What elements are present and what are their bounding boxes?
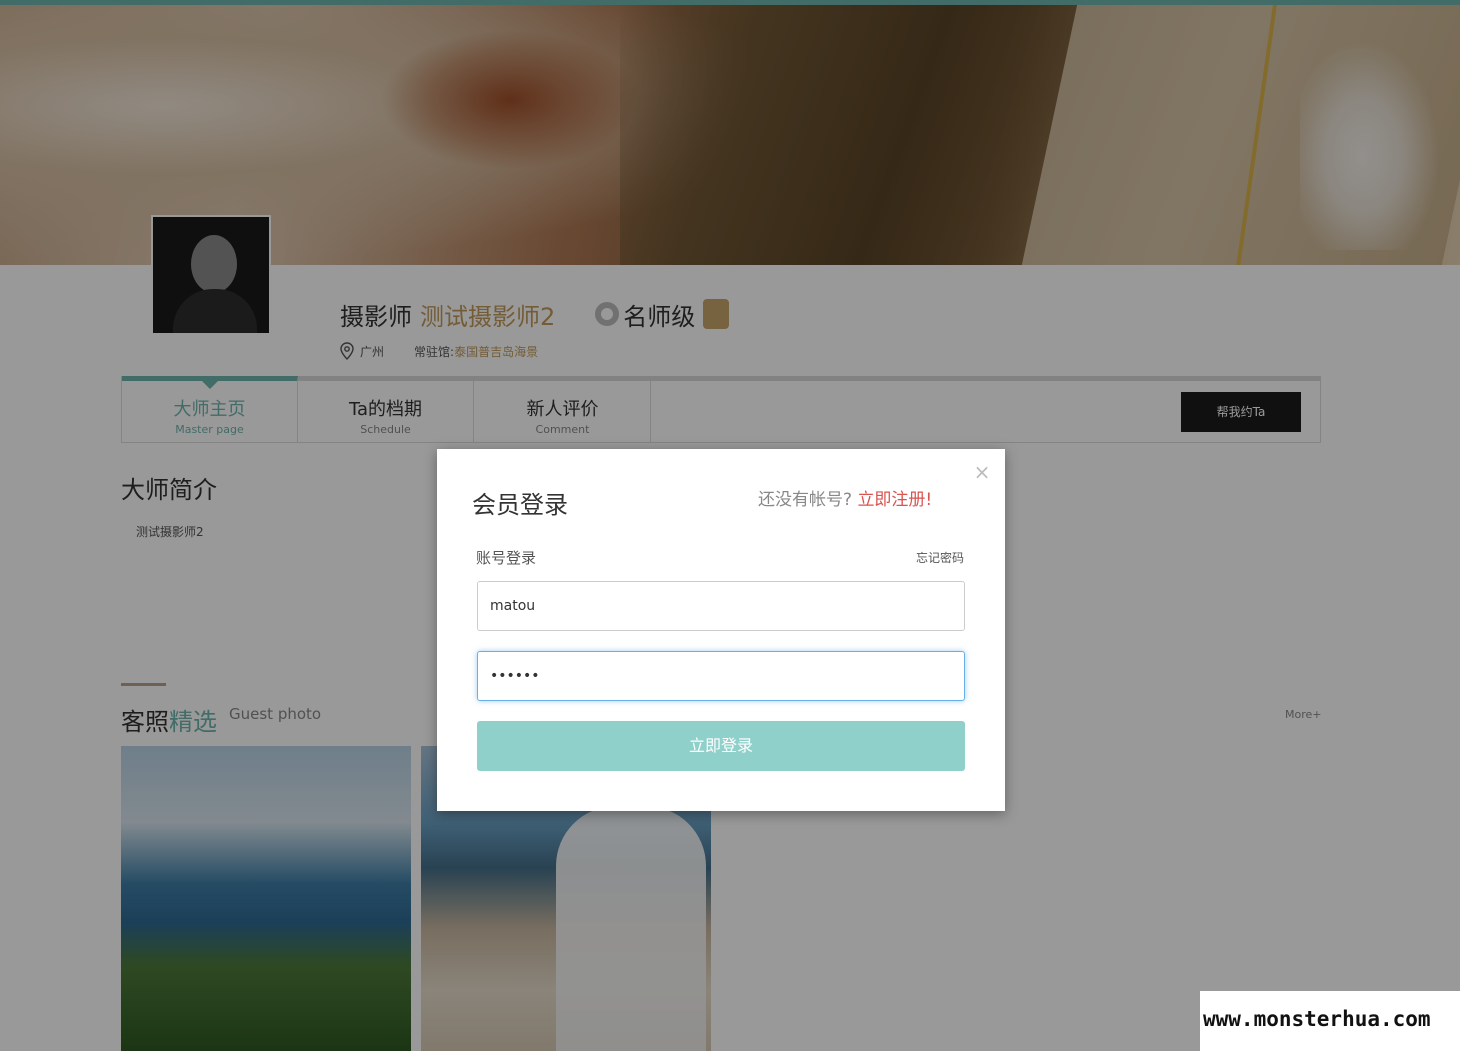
- login-modal: × 会员登录 还没有帐号? 立即注册! 账号登录 忘记密码 立即登录: [437, 449, 1005, 811]
- password-input[interactable]: [477, 651, 965, 701]
- register-row: 还没有帐号? 立即注册!: [758, 485, 932, 510]
- username-input[interactable]: [477, 581, 965, 631]
- login-button[interactable]: 立即登录: [477, 721, 965, 771]
- watermark-text: www.monsterhua.com: [1203, 1007, 1431, 1031]
- register-link[interactable]: 立即注册!: [857, 490, 932, 510]
- forgot-password-link[interactable]: 忘记密码: [916, 549, 964, 566]
- register-prompt: 还没有帐号?: [758, 490, 853, 510]
- account-login-label: 账号登录: [476, 549, 537, 567]
- modal-title: 会员登录: [472, 491, 568, 519]
- close-icon[interactable]: ×: [972, 462, 992, 482]
- watermark: www.monsterhua.com: [1200, 991, 1460, 1051]
